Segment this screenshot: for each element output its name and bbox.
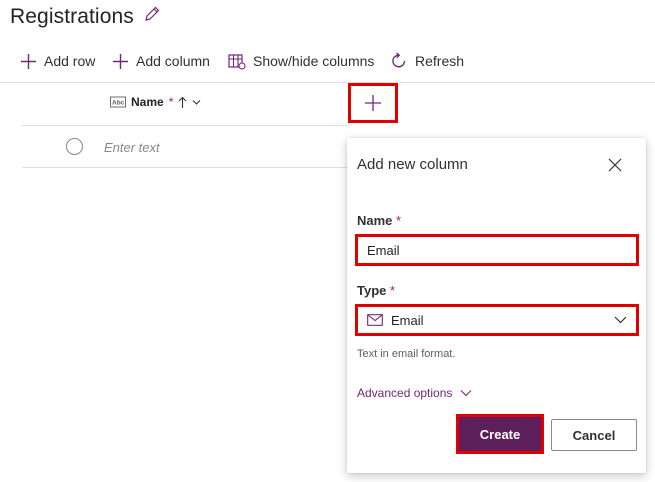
column-name-label: Name xyxy=(131,95,164,109)
refresh-label: Refresh xyxy=(415,53,465,69)
row-divider xyxy=(22,167,347,168)
row-select-radio[interactable] xyxy=(66,138,83,155)
page-title: Registrations xyxy=(10,5,134,28)
type-field-label: Type * xyxy=(357,283,396,298)
add-column-header-button[interactable] xyxy=(348,83,398,123)
add-row-label: Add row xyxy=(44,53,96,69)
add-row-button[interactable]: Add row xyxy=(20,50,95,72)
cancel-button[interactable]: Cancel xyxy=(551,419,637,451)
column-type-value: Email xyxy=(391,312,424,328)
row-name-placeholder[interactable]: Enter text xyxy=(104,140,160,155)
add-column-label: Add column xyxy=(136,53,210,69)
advanced-options-label: Advanced options xyxy=(357,386,453,400)
name-field-label: Name * xyxy=(357,213,402,228)
refresh-icon xyxy=(392,52,406,68)
column-name-input[interactable] xyxy=(367,242,627,258)
plus-icon xyxy=(113,53,128,69)
plus-icon xyxy=(21,53,36,69)
show-hide-columns-label: Show/hide columns xyxy=(253,53,375,69)
table-columns-icon xyxy=(228,53,246,70)
column-name-field[interactable] xyxy=(355,234,639,266)
chevron-down-icon xyxy=(192,99,201,105)
add-column-button[interactable]: Add column xyxy=(112,50,210,72)
create-button[interactable]: Create xyxy=(456,414,544,454)
close-icon[interactable] xyxy=(606,156,624,174)
required-asterisk: * xyxy=(168,95,174,109)
refresh-button[interactable]: Refresh xyxy=(390,50,464,72)
show-hide-columns-button[interactable]: Show/hide columns xyxy=(228,50,374,72)
advanced-options-toggle[interactable]: Advanced options xyxy=(357,386,472,400)
text-type-icon: Abc xyxy=(110,96,126,108)
sort-ascending-icon xyxy=(178,96,187,108)
name-column-header[interactable]: Abc Name * xyxy=(110,95,201,109)
chevron-down-icon xyxy=(461,390,472,397)
chevron-down-icon xyxy=(614,316,627,324)
header-divider xyxy=(22,125,347,126)
type-helper-text: Text in email format. xyxy=(357,348,456,360)
edit-pencil-icon[interactable] xyxy=(143,5,161,23)
column-type-select[interactable]: Email xyxy=(355,304,639,336)
plus-icon xyxy=(365,95,381,111)
svg-text:Abc: Abc xyxy=(112,100,125,107)
create-button-label: Create xyxy=(462,420,538,448)
panel-title: Add new column xyxy=(357,156,468,173)
mail-icon xyxy=(367,314,383,326)
toolbar-divider xyxy=(0,82,655,83)
